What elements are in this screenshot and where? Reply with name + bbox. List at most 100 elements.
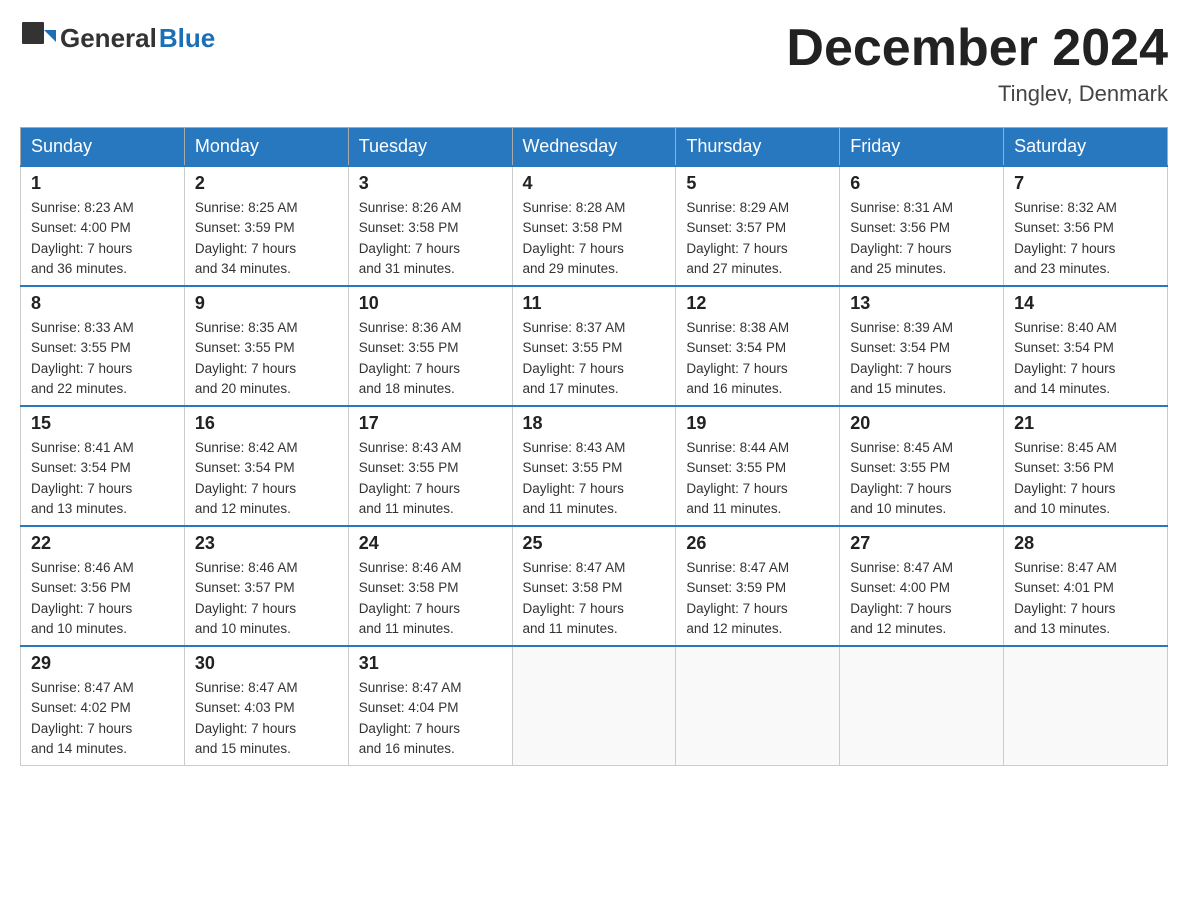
- day-info: Sunrise: 8:39 AMSunset: 3:54 PMDaylight:…: [850, 318, 993, 399]
- calendar-header-tuesday: Tuesday: [348, 128, 512, 167]
- day-number: 10: [359, 293, 502, 314]
- day-info: Sunrise: 8:41 AMSunset: 3:54 PMDaylight:…: [31, 438, 174, 519]
- day-number: 30: [195, 653, 338, 674]
- day-number: 14: [1014, 293, 1157, 314]
- table-row: [840, 646, 1004, 766]
- table-row: 1Sunrise: 8:23 AMSunset: 4:00 PMDaylight…: [21, 166, 185, 286]
- day-number: 3: [359, 173, 502, 194]
- table-row: 15Sunrise: 8:41 AMSunset: 3:54 PMDayligh…: [21, 406, 185, 526]
- day-info: Sunrise: 8:23 AMSunset: 4:00 PMDaylight:…: [31, 198, 174, 279]
- table-row: 16Sunrise: 8:42 AMSunset: 3:54 PMDayligh…: [184, 406, 348, 526]
- location: Tinglev, Denmark: [786, 81, 1168, 107]
- day-info: Sunrise: 8:43 AMSunset: 3:55 PMDaylight:…: [359, 438, 502, 519]
- day-info: Sunrise: 8:31 AMSunset: 3:56 PMDaylight:…: [850, 198, 993, 279]
- day-number: 24: [359, 533, 502, 554]
- table-row: [676, 646, 840, 766]
- day-number: 27: [850, 533, 993, 554]
- day-number: 12: [686, 293, 829, 314]
- table-row: [1004, 646, 1168, 766]
- table-row: 23Sunrise: 8:46 AMSunset: 3:57 PMDayligh…: [184, 526, 348, 646]
- day-number: 9: [195, 293, 338, 314]
- calendar-week-1: 1Sunrise: 8:23 AMSunset: 4:00 PMDaylight…: [21, 166, 1168, 286]
- day-info: Sunrise: 8:44 AMSunset: 3:55 PMDaylight:…: [686, 438, 829, 519]
- table-row: 21 Sunrise: 8:45 AMSunset: 3:56 PMDayligh…: [1004, 406, 1168, 526]
- logo-general: General Blue: [20, 20, 215, 56]
- page-header: General Blue December 2024 Tinglev, Denm…: [20, 20, 1168, 107]
- day-number: 31: [359, 653, 502, 674]
- day-info: Sunrise: 8:47 AMSunset: 4:02 PMDaylight:…: [31, 678, 174, 759]
- table-row: 28 Sunrise: 8:47 AMSunset: 4:01 PMDayligh…: [1004, 526, 1168, 646]
- day-number: 22: [31, 533, 174, 554]
- day-info: Sunrise: 8:45 AMSunset: 3:56 PMDaylight:…: [1014, 438, 1157, 519]
- day-number: 21: [1014, 413, 1157, 434]
- table-row: 19Sunrise: 8:44 AMSunset: 3:55 PMDayligh…: [676, 406, 840, 526]
- calendar-week-4: 22Sunrise: 8:46 AMSunset: 3:56 PMDayligh…: [21, 526, 1168, 646]
- day-info: Sunrise: 8:37 AMSunset: 3:55 PMDaylight:…: [523, 318, 666, 399]
- title-section: December 2024 Tinglev, Denmark: [786, 20, 1168, 107]
- day-info: Sunrise: 8:42 AMSunset: 3:54 PMDaylight:…: [195, 438, 338, 519]
- logo-text-general: General: [60, 23, 157, 54]
- day-info: Sunrise: 8:35 AMSunset: 3:55 PMDaylight:…: [195, 318, 338, 399]
- day-number: 20: [850, 413, 993, 434]
- table-row: 26 Sunrise: 8:47 AMSunset: 3:59 PMDayligh…: [676, 526, 840, 646]
- day-info: Sunrise: 8:47 AMSunset: 4:04 PMDaylight:…: [359, 678, 502, 759]
- day-info: Sunrise: 8:47 AMSunset: 3:59 PMDaylight:…: [686, 558, 829, 639]
- day-number: 23: [195, 533, 338, 554]
- calendar-header-wednesday: Wednesday: [512, 128, 676, 167]
- day-info: Sunrise: 8:47 AMSunset: 4:00 PMDaylight:…: [850, 558, 993, 639]
- table-row: 5Sunrise: 8:29 AMSunset: 3:57 PMDaylight…: [676, 166, 840, 286]
- table-row: 24 Sunrise: 8:46 AMSunset: 3:58 PMDayligh…: [348, 526, 512, 646]
- calendar-header-row: SundayMondayTuesdayWednesdayThursdayFrid…: [21, 128, 1168, 167]
- day-number: 17: [359, 413, 502, 434]
- logo-icon: [20, 20, 56, 56]
- calendar-week-2: 8 Sunrise: 8:33 AMSunset: 3:55 PMDaylight…: [21, 286, 1168, 406]
- day-info: Sunrise: 8:36 AMSunset: 3:55 PMDaylight:…: [359, 318, 502, 399]
- day-number: 2: [195, 173, 338, 194]
- day-number: 11: [523, 293, 666, 314]
- calendar-header-monday: Monday: [184, 128, 348, 167]
- calendar-week-3: 15Sunrise: 8:41 AMSunset: 3:54 PMDayligh…: [21, 406, 1168, 526]
- day-info: Sunrise: 8:33 AMSunset: 3:55 PMDaylight:…: [31, 318, 174, 399]
- day-number: 28: [1014, 533, 1157, 554]
- calendar-week-5: 29Sunrise: 8:47 AMSunset: 4:02 PMDayligh…: [21, 646, 1168, 766]
- table-row: 11 Sunrise: 8:37 AMSunset: 3:55 PMDayligh…: [512, 286, 676, 406]
- day-info: Sunrise: 8:26 AMSunset: 3:58 PMDaylight:…: [359, 198, 502, 279]
- day-number: 8: [31, 293, 174, 314]
- table-row: 22Sunrise: 8:46 AMSunset: 3:56 PMDayligh…: [21, 526, 185, 646]
- table-row: 8 Sunrise: 8:33 AMSunset: 3:55 PMDaylight…: [21, 286, 185, 406]
- table-row: 4Sunrise: 8:28 AMSunset: 3:58 PMDaylight…: [512, 166, 676, 286]
- table-row: 6 Sunrise: 8:31 AMSunset: 3:56 PMDaylight…: [840, 166, 1004, 286]
- calendar-table: SundayMondayTuesdayWednesdayThursdayFrid…: [20, 127, 1168, 766]
- day-number: 7: [1014, 173, 1157, 194]
- table-row: 2Sunrise: 8:25 AMSunset: 3:59 PMDaylight…: [184, 166, 348, 286]
- logo: General Blue: [20, 20, 215, 56]
- day-info: Sunrise: 8:46 AMSunset: 3:58 PMDaylight:…: [359, 558, 502, 639]
- table-row: 18 Sunrise: 8:43 AMSunset: 3:55 PMDayligh…: [512, 406, 676, 526]
- table-row: 13Sunrise: 8:39 AMSunset: 3:54 PMDayligh…: [840, 286, 1004, 406]
- table-row: 29Sunrise: 8:47 AMSunset: 4:02 PMDayligh…: [21, 646, 185, 766]
- calendar-header-thursday: Thursday: [676, 128, 840, 167]
- table-row: 14Sunrise: 8:40 AMSunset: 3:54 PMDayligh…: [1004, 286, 1168, 406]
- table-row: 9 Sunrise: 8:35 AMSunset: 3:55 PMDaylight…: [184, 286, 348, 406]
- calendar-header-sunday: Sunday: [21, 128, 185, 167]
- day-info: Sunrise: 8:43 AMSunset: 3:55 PMDaylight:…: [523, 438, 666, 519]
- day-number: 6: [850, 173, 993, 194]
- day-info: Sunrise: 8:47 AMSunset: 4:01 PMDaylight:…: [1014, 558, 1157, 639]
- table-row: 30 Sunrise: 8:47 AMSunset: 4:03 PMDayligh…: [184, 646, 348, 766]
- day-number: 25: [523, 533, 666, 554]
- day-info: Sunrise: 8:45 AMSunset: 3:55 PMDaylight:…: [850, 438, 993, 519]
- day-number: 5: [686, 173, 829, 194]
- day-info: Sunrise: 8:47 AMSunset: 4:03 PMDaylight:…: [195, 678, 338, 759]
- table-row: [512, 646, 676, 766]
- month-title: December 2024: [786, 20, 1168, 77]
- day-info: Sunrise: 8:47 AMSunset: 3:58 PMDaylight:…: [523, 558, 666, 639]
- calendar-header-friday: Friday: [840, 128, 1004, 167]
- day-info: Sunrise: 8:38 AMSunset: 3:54 PMDaylight:…: [686, 318, 829, 399]
- day-number: 18: [523, 413, 666, 434]
- day-number: 26: [686, 533, 829, 554]
- table-row: 17 Sunrise: 8:43 AMSunset: 3:55 PMDayligh…: [348, 406, 512, 526]
- table-row: 10 Sunrise: 8:36 AMSunset: 3:55 PMDayligh…: [348, 286, 512, 406]
- calendar-header-saturday: Saturday: [1004, 128, 1168, 167]
- table-row: 25 Sunrise: 8:47 AMSunset: 3:58 PMDayligh…: [512, 526, 676, 646]
- table-row: 12 Sunrise: 8:38 AMSunset: 3:54 PMDayligh…: [676, 286, 840, 406]
